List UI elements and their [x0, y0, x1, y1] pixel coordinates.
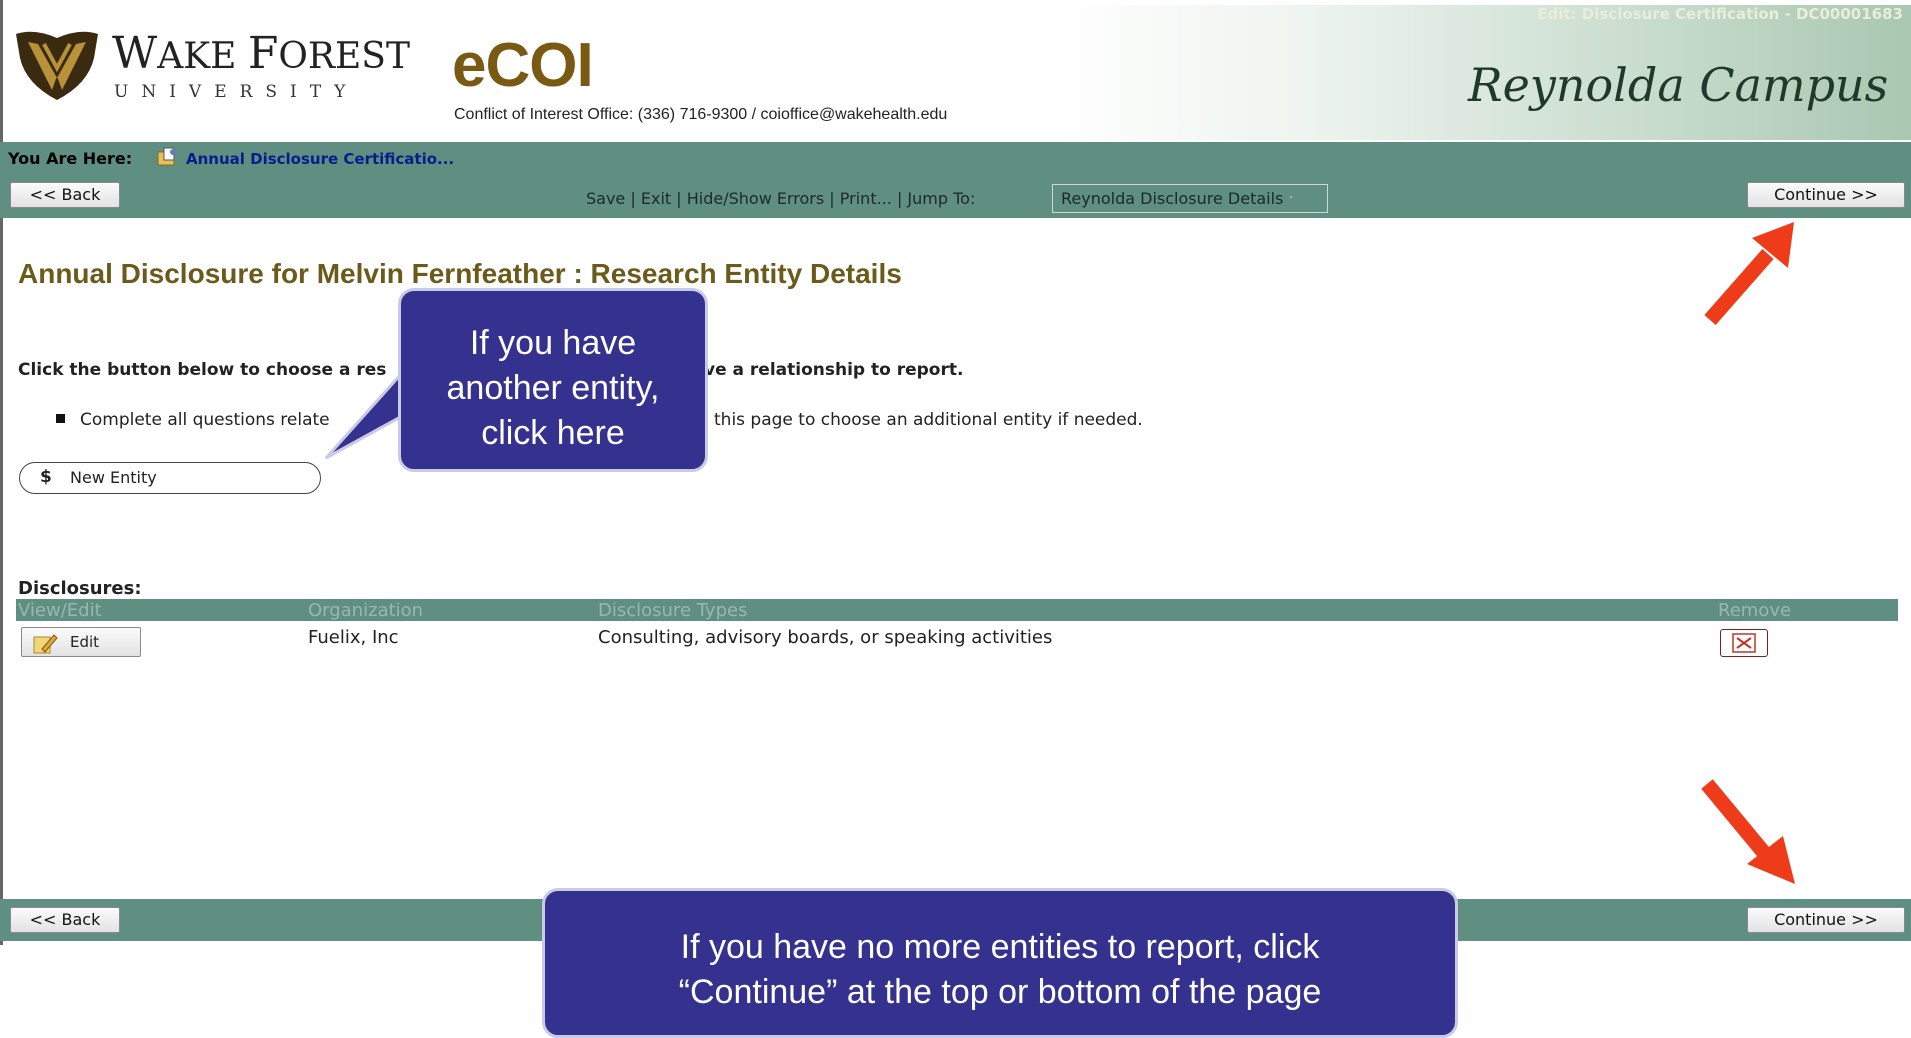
dropdown-arrow-icon: ˆ — [1288, 196, 1294, 207]
arrow-to-continue-bottom-icon — [1701, 779, 1795, 884]
callout-continue: If you have no more entities to report, … — [542, 888, 1458, 1038]
remove-button[interactable] — [1720, 629, 1768, 657]
new-entity-label: New Entity — [70, 468, 157, 487]
toolbar-links: Save | Exit | Hide/Show Errors | Print..… — [586, 189, 976, 208]
folder-document-icon — [157, 147, 176, 166]
page-title: Annual Disclosure for Melvin Fernfeather… — [18, 258, 902, 289]
edit-title: Edit: Disclosure Certification - DC00001… — [1537, 5, 1903, 23]
new-entity-button[interactable] — [19, 462, 321, 494]
print-link[interactable]: Print... — [840, 189, 892, 208]
bullet-text-part2: this page to choose an additional entity… — [714, 410, 1143, 430]
instruction-text-part2: ve a relationship to report. — [704, 360, 964, 380]
hide-show-errors-link[interactable]: Hide/Show Errors — [687, 189, 824, 208]
disclosure-types-cell: Consulting, advisory boards, or speaking… — [598, 627, 1053, 648]
breadcrumb-label: You Are Here: — [8, 149, 133, 168]
office-contact: Conflict of Interest Office: (336) 716-9… — [454, 106, 948, 123]
jump-to-label: Jump To: — [907, 189, 976, 208]
jump-to-select[interactable]: Reynolda Disclosure Details ˆ — [1052, 184, 1328, 213]
back-button-bottom[interactable]: << Back — [10, 907, 120, 933]
organization-cell: Fuelix, Inc — [308, 627, 399, 648]
column-header-remove: Remove — [1718, 600, 1792, 621]
dollar-icon: $ — [40, 467, 52, 487]
column-header-view-edit: View/Edit — [18, 600, 102, 621]
back-button-top[interactable]: << Back — [10, 182, 120, 208]
save-link[interactable]: Save — [586, 189, 625, 208]
university-subtitle: UNIVERSITY — [114, 82, 359, 102]
table-header — [16, 599, 1898, 621]
exit-link[interactable]: Exit — [641, 189, 671, 208]
remove-x-icon — [1732, 633, 1756, 653]
edit-pencil-icon — [33, 634, 58, 654]
edit-button-label: Edit — [70, 633, 100, 651]
breadcrumb-link[interactable]: Annual Disclosure Certificatio... — [186, 150, 454, 168]
column-header-disclosure-types: Disclosure Types — [598, 600, 748, 621]
wake-forest-shield-icon — [16, 31, 98, 100]
app-logo-ecoi: eCOI — [452, 31, 594, 100]
continue-button-top[interactable]: Continue >> — [1747, 182, 1905, 208]
continue-button-bottom[interactable]: Continue >> — [1747, 907, 1905, 933]
campus-name: Reynolda Campus — [1468, 58, 1889, 112]
arrow-to-continue-top-icon — [1704, 222, 1794, 325]
bullet-marker — [56, 414, 65, 423]
column-header-organization: Organization — [308, 600, 424, 621]
disclosures-label: Disclosures: — [18, 578, 142, 599]
bullet-text-part1: Complete all questions relate — [80, 410, 330, 430]
university-name: WAKE FOREST — [112, 28, 410, 79]
callout-another-entity: If you have another entity, click here — [398, 288, 708, 472]
